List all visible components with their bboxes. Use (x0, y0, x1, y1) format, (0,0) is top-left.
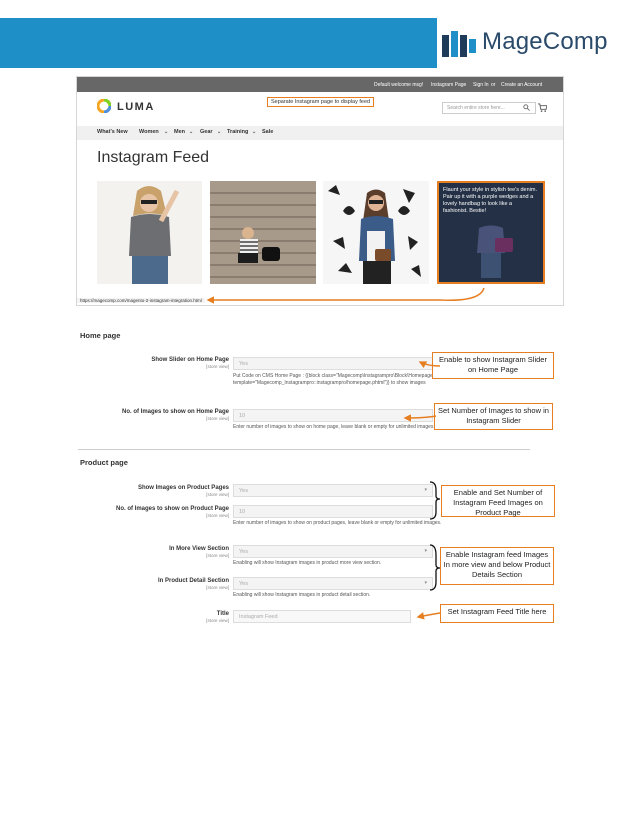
annotation-arrows (206, 287, 485, 620)
url-arrow (206, 287, 485, 304)
home-count-arrow (403, 414, 437, 422)
title-arrow (416, 612, 441, 620)
slider-arrow (418, 361, 441, 369)
product-brace (429, 481, 441, 520)
more-view-brace (429, 544, 441, 591)
